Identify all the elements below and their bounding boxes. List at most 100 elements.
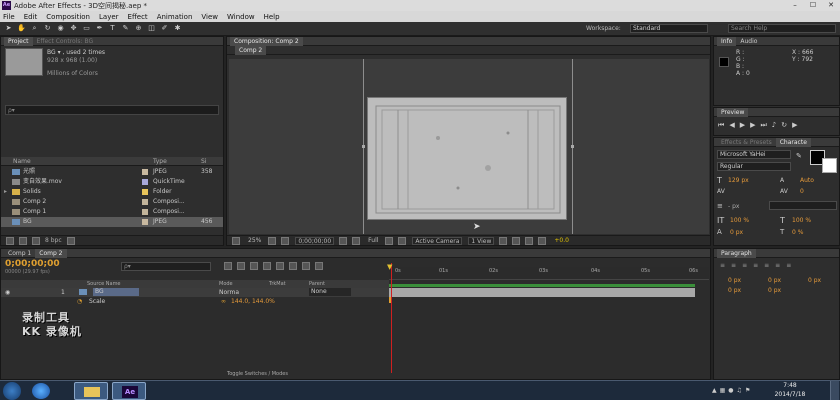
eyedropper-icon[interactable]: ✎ [796, 152, 802, 160]
composition-viewer[interactable]: ➤ [229, 59, 709, 234]
resolution-dropdown[interactable]: Full [366, 237, 380, 245]
font-family-dropdown[interactable]: Microsoft YaHei [717, 150, 791, 159]
tab-project[interactable]: Project [4, 36, 33, 46]
indent-left-value[interactable]: 0 px [728, 277, 741, 284]
project-row[interactable]: Comp 1 Composi... [1, 207, 223, 217]
layer-row[interactable]: ◉ 1 BG Norma None [1, 288, 389, 297]
camera-dropdown[interactable]: Active Camera [412, 236, 463, 245]
workspace-dropdown[interactable]: Standard [630, 24, 708, 33]
blend-mode-dropdown[interactable]: Norma [219, 289, 239, 296]
horizontal-scale-value[interactable]: 100 % [792, 217, 811, 224]
clock-time[interactable]: 7:48 [770, 382, 810, 389]
time-ruler[interactable]: 0s 01s 02s 03s 04s 05s 06s [389, 267, 709, 280]
tab-effects-presets[interactable]: Effects & Presets [717, 138, 776, 147]
zoom-tool-icon[interactable]: ⌕ [30, 24, 39, 33]
space-before-value[interactable]: 0 px [728, 287, 741, 294]
vertical-scale-value[interactable]: 100 % [730, 217, 749, 224]
leading-value[interactable]: Auto [800, 177, 814, 184]
tab-audio[interactable]: Audio [736, 37, 761, 46]
safe-zones-icon[interactable] [268, 236, 277, 245]
brush-tool-icon[interactable]: ✎ [121, 24, 130, 33]
audio-icon[interactable]: ♪ [772, 121, 781, 129]
show-desktop-button[interactable] [830, 381, 839, 400]
scale-link-icon[interactable]: ∞ [221, 298, 226, 305]
selection-tool-icon[interactable]: ➤ [4, 24, 13, 33]
label-color-swatch[interactable] [142, 179, 148, 185]
interpret-footage-icon[interactable] [6, 236, 14, 245]
col-mode[interactable]: Mode [219, 281, 233, 287]
timeline-timecode[interactable]: 0;00;00;00 [5, 259, 60, 269]
fast-previews-icon[interactable] [512, 236, 521, 245]
menu-edit[interactable]: Edit [24, 13, 38, 21]
property-row[interactable]: ◔ Scale ∞ 144.0, 144.0% [1, 297, 389, 306]
stroke-width-value[interactable]: - px [728, 203, 739, 210]
network-icon[interactable]: ▦ [720, 387, 729, 394]
region-of-interest-icon[interactable] [385, 236, 394, 245]
visibility-eye-icon[interactable]: ◉ [5, 289, 10, 296]
composition-mini-flowchart-icon[interactable] [224, 262, 232, 270]
menu-composition[interactable]: Composition [46, 13, 90, 21]
hide-shy-layers-icon[interactable] [250, 262, 258, 270]
menu-animation[interactable]: Animation [157, 13, 193, 21]
label-color-swatch[interactable] [142, 169, 148, 175]
transparency-grid-icon[interactable] [398, 236, 407, 245]
tracking-value[interactable]: 0 [800, 188, 804, 195]
motion-blur-icon[interactable] [276, 262, 284, 270]
project-row[interactable]: 变自效果.mov QuickTime [1, 177, 223, 187]
maximize-button[interactable]: ☐ [804, 0, 822, 11]
bit-depth-button[interactable]: 8 bpc [45, 237, 62, 244]
parent-dropdown[interactable]: None [309, 288, 351, 296]
justify-all-icon[interactable]: ≡ [786, 262, 797, 269]
first-frame-icon[interactable]: ⏮ [718, 121, 729, 129]
tab-comp-2[interactable]: Comp 2 [235, 45, 267, 55]
menu-window[interactable]: Window [227, 13, 255, 21]
col-name[interactable]: Name [13, 158, 31, 165]
stopwatch-icon[interactable]: ◔ [77, 298, 82, 305]
draft-3d-icon[interactable] [237, 262, 245, 270]
align-right-icon[interactable]: ≡ [742, 262, 753, 269]
flag-icon[interactable]: ⚑ [745, 387, 753, 394]
record-icon[interactable]: ● [728, 387, 736, 394]
pan-behind-tool-icon[interactable]: ✥ [69, 24, 78, 33]
font-size-value[interactable]: 129 px [728, 177, 749, 184]
bg-layer-image[interactable] [367, 97, 567, 220]
project-row[interactable]: ▸ Solids Folder [1, 187, 223, 197]
handle-marker[interactable] [571, 145, 574, 148]
stroke-color-swatch[interactable] [822, 158, 837, 173]
tab-timeline-comp-1[interactable]: Comp 1 [4, 249, 35, 258]
start-button-icon[interactable] [3, 382, 21, 400]
label-color-swatch[interactable] [142, 209, 148, 215]
ram-preview-icon[interactable]: ▶ [792, 121, 802, 129]
space-after-value[interactable]: 0 px [768, 287, 781, 294]
stroke-style-dropdown[interactable] [769, 201, 837, 210]
taskbar-after-effects-button[interactable]: Ae [112, 382, 146, 400]
brainstorm-icon[interactable] [289, 262, 297, 270]
new-composition-icon[interactable] [32, 236, 40, 245]
menu-view[interactable]: View [201, 13, 218, 21]
volume-icon[interactable]: ♫ [737, 387, 745, 394]
tab-paragraph[interactable]: Paragraph [717, 248, 756, 258]
loop-icon[interactable]: ↻ [781, 121, 792, 129]
layer-duration-bar[interactable] [389, 288, 695, 297]
tray-arrow-icon[interactable]: ▲ [712, 387, 720, 394]
tab-timeline-comp-2[interactable]: Comp 2 [35, 248, 67, 258]
type-tool-icon[interactable]: T [108, 24, 117, 33]
baseline-shift-value[interactable]: 0 px [730, 229, 743, 236]
tab-preview[interactable]: Preview [717, 107, 749, 117]
clone-tool-icon[interactable]: ⊕ [134, 24, 143, 33]
puppet-tool-icon[interactable]: ✱ [173, 24, 182, 33]
new-folder-icon[interactable] [19, 236, 27, 245]
justify-last-center-icon[interactable]: ≡ [764, 262, 775, 269]
project-search-input[interactable]: ρ▾ [5, 105, 219, 115]
col-parent[interactable]: Parent [309, 281, 325, 287]
graph-editor-icon[interactable] [315, 262, 323, 270]
last-frame-icon[interactable]: ⏭ [760, 121, 771, 129]
justify-last-left-icon[interactable]: ≡ [753, 262, 764, 269]
view-layout-dropdown[interactable]: 1 View [468, 236, 495, 245]
col-source-name[interactable]: Source Name [87, 281, 121, 287]
auto-keyframe-icon[interactable] [302, 262, 310, 270]
handle-marker[interactable] [362, 145, 365, 148]
current-time-field[interactable]: 0;00;00;00 [295, 236, 335, 245]
hand-tool-icon[interactable]: ✋ [17, 24, 26, 33]
label-color-swatch[interactable] [142, 219, 148, 225]
